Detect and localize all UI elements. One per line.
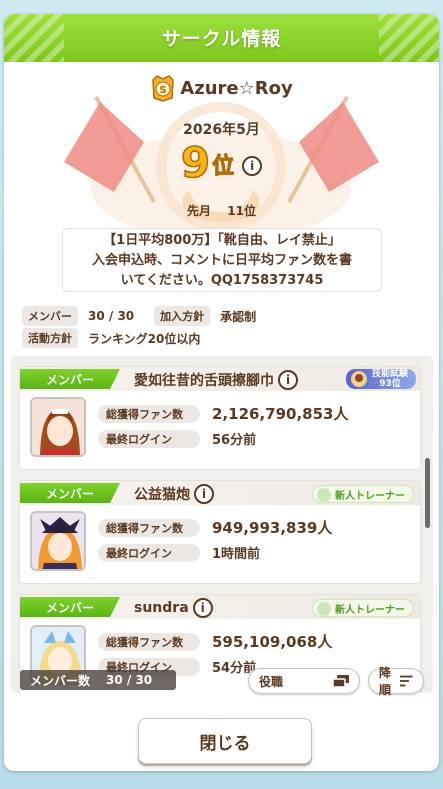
trainer-badge-icon bbox=[317, 488, 331, 502]
member-name-text: sundra bbox=[134, 600, 189, 616]
member-count-pill-label: メンバー数 bbox=[30, 673, 91, 688]
prev-label: 先月 bbox=[187, 204, 212, 218]
fans-value: 2,126,790,853人 bbox=[212, 405, 349, 423]
description-line: いてください。QQ1758373745 bbox=[120, 273, 324, 288]
fans-value: 949,993,839人 bbox=[212, 519, 333, 537]
skill-badge-line1: 技能試験 bbox=[371, 369, 408, 379]
rank-display: 9 位 i bbox=[4, 138, 439, 187]
trainer-badge-icon bbox=[317, 602, 331, 616]
ranking-month: 2026年5月 bbox=[183, 122, 260, 138]
skill-badge: 技能試験 93位 bbox=[345, 369, 416, 389]
circle-info-panel: サークル情報 S Azure☆Roy 2026年5月 9 位 i 先月 11位 … bbox=[4, 14, 439, 771]
trainer-badge-text: 新人トレーナー bbox=[335, 490, 405, 502]
login-value: 56分前 bbox=[212, 433, 257, 448]
rank-info-icon[interactable]: i bbox=[242, 156, 263, 176]
role-filter-button[interactable]: 役職 bbox=[248, 668, 360, 694]
club-emblem-icon: S bbox=[152, 75, 175, 102]
close-button[interactable]: 閉じる bbox=[138, 718, 312, 764]
fans-value: 595,109,068人 bbox=[212, 633, 333, 651]
member-info-icon[interactable]: i bbox=[192, 598, 213, 618]
member-card[interactable]: メンバー 公益猫炮 i 新人トレーナー 総獲得ファン数 949,993,839人… bbox=[19, 480, 421, 584]
activity-policy-value: ランキング20位以内 bbox=[88, 331, 201, 346]
sort-icon bbox=[400, 675, 413, 687]
club-title-row: S Azure☆Roy bbox=[4, 74, 439, 102]
description-line: 【1日平均800万】「靴自由、レイ禁止」 bbox=[103, 233, 341, 248]
sort-order-button[interactable]: 降順 bbox=[368, 666, 424, 697]
member-name: 愛如往昔的舌頭擦腳巾 i bbox=[134, 370, 298, 390]
member-count-pill: メンバー数 30 / 30 bbox=[20, 670, 176, 690]
member-name: sundra i bbox=[134, 598, 213, 618]
fans-row: 総獲得ファン数 595,109,068人 bbox=[98, 631, 332, 652]
prev-rank: 11位 bbox=[227, 204, 256, 218]
member-info-icon[interactable]: i bbox=[278, 370, 298, 390]
svg-text:S: S bbox=[160, 85, 167, 96]
member-name-text: 愛如往昔的舌頭擦腳巾 bbox=[134, 373, 274, 389]
rank-suffix: 位 bbox=[212, 154, 235, 180]
avatar[interactable] bbox=[30, 511, 86, 571]
rank-number: 9 bbox=[180, 138, 211, 187]
skill-badge-line2: 93位 bbox=[379, 379, 401, 389]
fans-row: 総獲得ファン数 2,126,790,853人 bbox=[98, 403, 348, 424]
previous-month-rank: 先月 11位 bbox=[4, 202, 439, 219]
avatar[interactable] bbox=[30, 397, 86, 457]
member-name: 公益猫炮 i bbox=[134, 484, 214, 504]
description-line: 入会申込時、コメントに日平均ファン数を書 bbox=[91, 253, 352, 268]
circle-description: 【1日平均800万】「靴自由、レイ禁止」 入会申込時、コメントに日平均ファン数を… bbox=[62, 228, 382, 292]
join-policy-label: 加入方針 bbox=[154, 306, 211, 326]
trainer-badge-text: 新人トレーナー bbox=[335, 604, 405, 616]
club-name: Azure☆Roy bbox=[180, 77, 293, 99]
login-row: 最終ログイン 1時間前 bbox=[98, 543, 260, 562]
member-info-icon[interactable]: i bbox=[194, 484, 214, 504]
panel-title: サークル情報 bbox=[161, 28, 282, 50]
member-count-label: メンバー bbox=[22, 306, 78, 326]
login-label: 最終ログイン bbox=[98, 429, 200, 448]
member-list[interactable]: メンバー 愛如往昔的舌頭擦腳巾 i 技能試験 93位 総獲得ファン数 2,126… bbox=[10, 356, 433, 693]
role-tag: メンバー bbox=[20, 597, 120, 617]
trainer-badge: 新人トレーナー bbox=[312, 485, 414, 503]
list-icon bbox=[333, 675, 349, 687]
member-count-value: 30 / 30 bbox=[88, 309, 135, 323]
member-count-pill-value: 30 / 30 bbox=[106, 673, 153, 687]
login-value: 1時間前 bbox=[212, 547, 261, 562]
trainer-badge: 新人トレーナー bbox=[312, 599, 414, 617]
avatar-portrait-icon bbox=[32, 399, 84, 455]
login-label: 最終ログイン bbox=[98, 543, 200, 562]
avatar-portrait-icon bbox=[32, 513, 84, 569]
meta-row-members: メンバー 30 / 30 加入方針 承認制 bbox=[22, 306, 276, 326]
role-filter-label: 役職 bbox=[259, 674, 284, 689]
member-card[interactable]: メンバー 愛如往昔的舌頭擦腳巾 i 技能試験 93位 総獲得ファン数 2,126… bbox=[19, 366, 421, 470]
role-tag: メンバー bbox=[20, 483, 120, 503]
activity-policy-label: 活動方針 bbox=[22, 328, 78, 348]
fans-label: 総獲得ファン数 bbox=[98, 632, 200, 651]
meta-row-activity: 活動方針 ランキング20位以内 bbox=[22, 328, 220, 348]
list-scrollbar[interactable] bbox=[425, 458, 430, 528]
fans-label: 総獲得ファン数 bbox=[98, 404, 200, 423]
role-tag: メンバー bbox=[20, 369, 120, 389]
login-row: 最終ログイン 56分前 bbox=[98, 429, 256, 448]
sort-order-label: 降順 bbox=[379, 666, 392, 697]
fans-row: 総獲得ファン数 949,993,839人 bbox=[98, 517, 332, 538]
panel-header: サークル情報 bbox=[4, 14, 439, 62]
skill-badge-icon bbox=[350, 371, 367, 387]
join-policy-value: 承認制 bbox=[220, 309, 257, 324]
member-name-text: 公益猫炮 bbox=[134, 487, 190, 503]
fans-label: 総獲得ファン数 bbox=[98, 518, 200, 537]
